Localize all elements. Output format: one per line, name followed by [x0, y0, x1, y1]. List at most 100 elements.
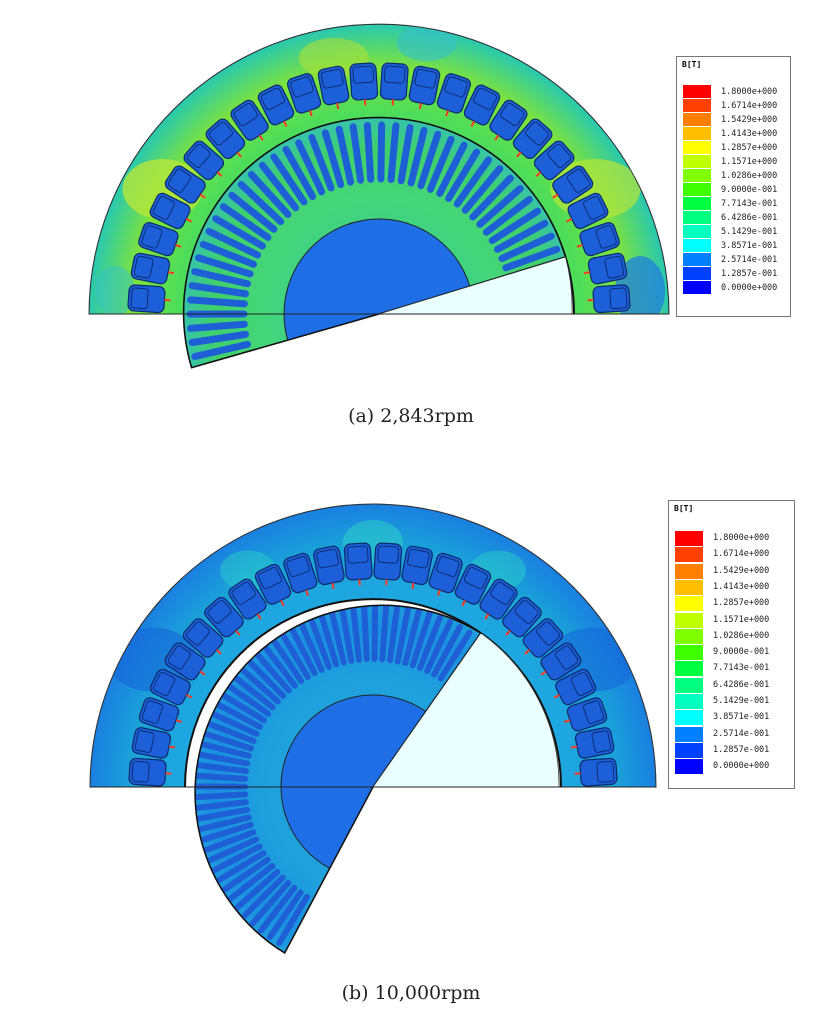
legend-entry: 1.2857e+000 [675, 596, 787, 612]
legend-swatch [675, 612, 703, 628]
legend-swatch [683, 85, 711, 98]
legend-value: 3.8571e-001 [721, 241, 778, 251]
legend-title: B[T] [682, 60, 702, 69]
legend-value: 1.5429e+000 [721, 115, 778, 125]
legend-value: 9.0000e-001 [713, 647, 770, 658]
legend-value: 9.0000e-001 [721, 185, 778, 195]
legend-value: 1.8000e+000 [721, 87, 778, 97]
legend-swatch [675, 628, 703, 644]
legend-value: 6.4286e-001 [721, 213, 778, 223]
legend-swatch [675, 645, 703, 661]
caption-b: (b) 10,000rpm [341, 982, 481, 1004]
legend-entry: 1.8000e+000 [675, 531, 787, 546]
legend-entry: 1.6714e+000 [683, 99, 795, 113]
legend-value: 1.6714e+000 [721, 101, 778, 111]
legend-entry: 7.7143e-001 [683, 197, 795, 211]
legend-entry: 2.5714e-001 [683, 253, 795, 267]
rotor-bar [371, 605, 379, 663]
legend-swatch [675, 726, 703, 742]
legend-swatch [675, 677, 703, 693]
legend-swatch [683, 155, 711, 168]
legend-swatch [675, 547, 703, 563]
legend-b: B[T] 1.8000e+000 1.6714e+000 1.5429e+000 1.… [668, 500, 795, 789]
legend-entry: 7.7143e-001 [675, 661, 787, 677]
legend-entry: 1.5429e+000 [675, 563, 787, 579]
legend-value: 1.0286e+000 [721, 171, 778, 181]
legend-entry: 1.0286e+000 [683, 169, 795, 183]
legend-swatch [683, 211, 711, 224]
legend-entry: 5.1429e-001 [675, 694, 787, 709]
legend-entry: 0.0000e+000 [683, 281, 795, 295]
legend-entry: 1.2857e-001 [675, 742, 787, 758]
legend-a: B[T] 1.8000e+000 1.6714e+000 1.5429e+000 1.… [676, 56, 791, 317]
slot-opening [331, 582, 335, 590]
legend-entry: 3.8571e-001 [675, 710, 787, 726]
legend-swatch [683, 197, 711, 210]
legend-swatch [683, 281, 711, 294]
legend-value: 1.2857e+000 [721, 143, 778, 153]
legend-swatch [675, 579, 703, 595]
panel-b: B[T] 1.8000e+000 1.6714e+000 1.5429e+000 1.… [0, 460, 822, 1024]
legend-entry: 1.6714e+000 [675, 547, 787, 563]
slot-opening [167, 271, 175, 275]
legend-entry: 9.0000e-001 [675, 645, 787, 661]
slot-opening [583, 271, 591, 275]
legend-entry: 1.1571e+000 [675, 612, 787, 628]
legend-entry: 1.0286e+000 [675, 628, 787, 644]
legend-value: 1.8000e+000 [713, 533, 770, 543]
legend-value: 5.1429e-001 [721, 227, 778, 237]
rotor-bar [377, 121, 386, 183]
slot-opening [168, 745, 176, 749]
legend-swatch [675, 563, 703, 579]
caption-a: (a) 2,843rpm [348, 405, 474, 427]
legend-entry: 1.1571e+000 [683, 155, 795, 169]
rotor-bar [195, 772, 249, 782]
legend-entry: 0.0000e+000 [675, 759, 787, 775]
legend-value: 1.1571e+000 [721, 157, 778, 167]
legend-swatch [683, 239, 711, 252]
legend-value: 7.7143e-001 [713, 663, 770, 674]
rotor-bar [387, 122, 400, 184]
legend-entry: 9.0000e-001 [683, 183, 795, 197]
legend-value: 1.5429e+000 [713, 565, 770, 576]
legend-entry: 5.1429e-001 [683, 225, 795, 239]
legend-entry: 2.5714e-001 [675, 726, 787, 742]
legend-value: 1.6714e+000 [713, 549, 770, 560]
legend-swatch [675, 742, 703, 758]
legend-swatch [675, 710, 703, 726]
legend-swatch [683, 99, 711, 112]
legend-value: 1.2857e+000 [713, 598, 770, 609]
legend-entry: 1.2857e+000 [683, 141, 795, 155]
panel-a: B[T] 1.8000e+000 1.6714e+000 1.5429e+000 1.… [0, 0, 822, 440]
legend-value: 3.8571e-001 [713, 712, 770, 723]
legend-entry: 1.4143e+000 [683, 127, 795, 141]
legend-value: 2.5714e-001 [721, 255, 778, 265]
legend-swatch [683, 253, 711, 266]
legend-swatch [683, 141, 711, 154]
legend-entry: 1.4143e+000 [675, 579, 787, 595]
slot-opening [411, 582, 415, 590]
legend-swatch [683, 183, 711, 196]
slot-opening [570, 745, 578, 749]
rotor-bar [379, 605, 390, 663]
legend-entry: 3.8571e-001 [683, 239, 795, 253]
rotor-bar [361, 605, 370, 663]
legend-swatch [683, 113, 711, 126]
legend-value: 5.1429e-001 [713, 696, 770, 706]
legend-value: 6.4286e-001 [713, 679, 770, 690]
legend-value: 1.2857e-001 [721, 269, 778, 279]
legend-swatch [675, 531, 703, 546]
legend-value: 1.4143e+000 [721, 129, 778, 139]
legend-swatch [683, 169, 711, 182]
legend-swatch [675, 596, 703, 612]
legend-value: 0.0000e+000 [721, 283, 778, 293]
legend-entry: 1.2857e-001 [683, 267, 795, 281]
rotor-bar [363, 121, 375, 183]
legend-value: 0.0000e+000 [713, 761, 770, 772]
legend-title: B[T] [674, 504, 694, 513]
legend-entry: 1.5429e+000 [683, 113, 795, 127]
legend-value: 7.7143e-001 [721, 199, 778, 209]
legend-value: 1.4143e+000 [713, 581, 770, 592]
rotor-bar [187, 296, 248, 308]
legend-value: 1.2857e-001 [713, 744, 770, 755]
